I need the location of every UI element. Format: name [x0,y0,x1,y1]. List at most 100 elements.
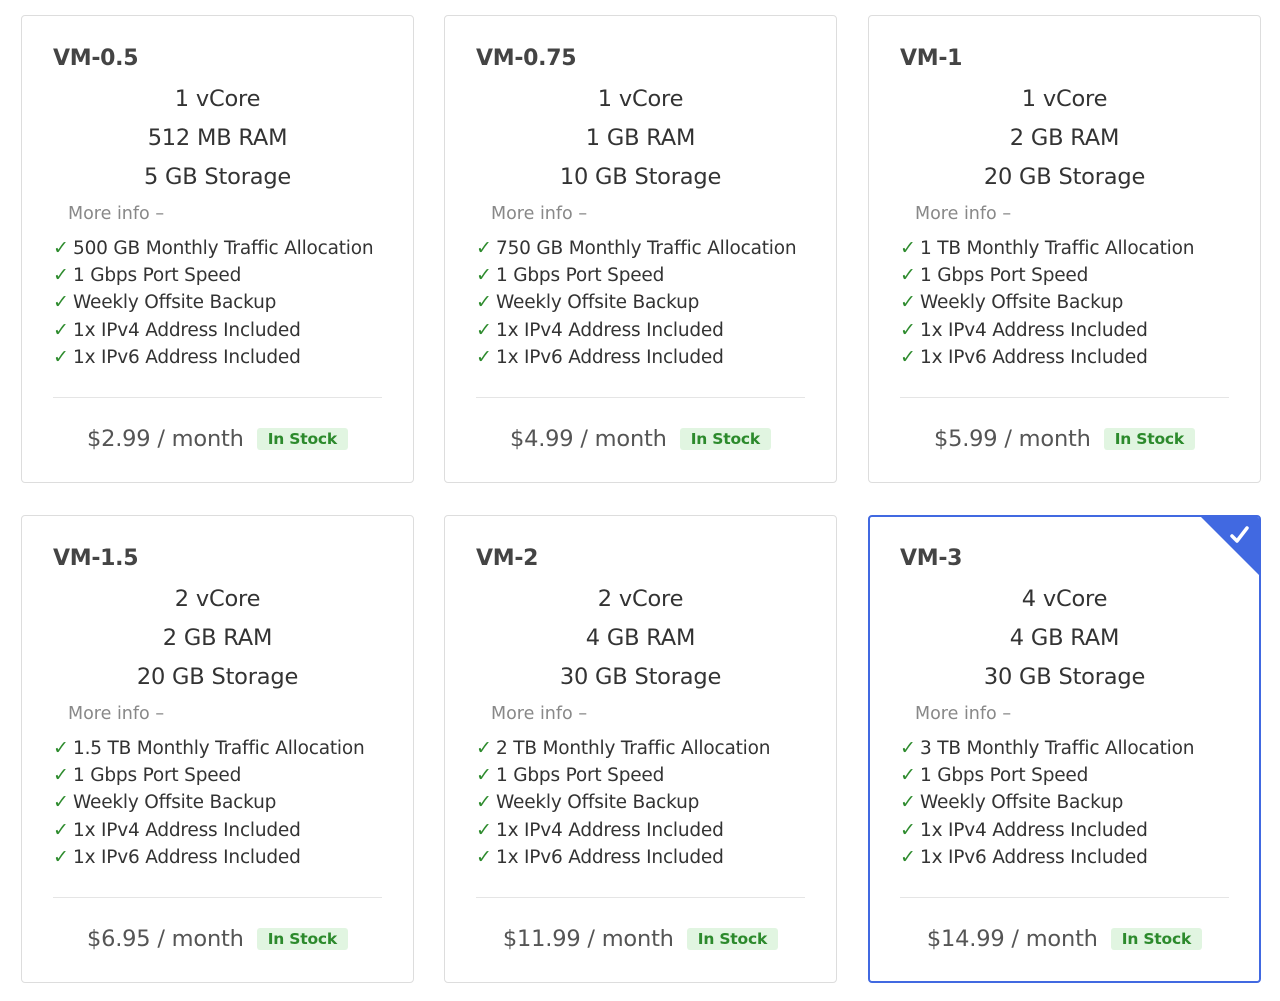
more-info-toggle[interactable]: More info – [491,704,587,724]
feature-text: 1 Gbps Port Speed [496,265,665,287]
feature-list: ✓ 2 TB Monthly Traffic Allocation ✓ 1 Gbps… [476,737,770,873]
spec-ram: 2 GB RAM [162,625,273,651]
price-row: $14.99 / month In Stock [870,926,1259,952]
feature-item: ✓ 2 TB Monthly Traffic Allocation [476,737,770,764]
check-icon: ✓ [53,237,69,259]
feature-text: 1 Gbps Port Speed [496,765,665,787]
check-icon: ✓ [476,845,492,868]
check-icon: ✓ [900,737,916,759]
feature-item: ✓ 1 Gbps Port Speed [900,264,1194,291]
feature-item: ✓ 1x IPv6 Address Included [900,846,1194,873]
check-icon: ✓ [900,845,916,868]
plan-card-vm-3[interactable]: VM-3 4 vCore 4 GB RAM 30 GB Storage More… [868,515,1261,983]
feature-text: 750 GB Monthly Traffic Allocation [496,238,797,259]
spec-ram: 512 MB RAM [147,125,288,151]
check-icon: ✓ [900,764,916,787]
spec-storage: 10 GB Storage [559,164,722,190]
feature-item: ✓ Weekly Offsite Backup [900,791,1194,818]
price: $11.99 / month [502,926,674,952]
price-row: $11.99 / month In Stock [445,926,836,952]
feature-text: 1x IPv4 Address Included [496,319,724,341]
feature-text: 1x IPv6 Address Included [496,846,724,868]
feature-item: ✓ 1x IPv4 Address Included [53,319,373,346]
divider [900,897,1229,898]
feature-text: 1x IPv4 Address Included [920,319,1148,341]
feature-text: 1x IPv6 Address Included [496,346,724,368]
spec-cpu: 4 vCore [1021,586,1108,612]
stock-badge: In Stock [686,928,779,950]
plan-card-vm-0-5[interactable]: VM-0.5 1 vCore 512 MB RAM 5 GB Storage M… [21,15,414,483]
check-icon: ✓ [900,791,916,814]
more-info-toggle[interactable]: More info – [491,204,587,224]
check-icon: ✓ [53,345,69,368]
price: $2.99 / month [86,426,244,452]
more-info-toggle[interactable]: More info – [915,204,1011,224]
feature-item: ✓ 1x IPv6 Address Included [53,846,364,873]
spec-storage: 5 GB Storage [143,164,292,190]
check-icon: ✓ [900,291,916,314]
feature-item: ✓ Weekly Offsite Backup [900,291,1194,318]
spec-cpu: 1 vCore [597,86,684,112]
feature-item: ✓ 1x IPv4 Address Included [900,319,1194,346]
feature-text: Weekly Offsite Backup [73,792,277,814]
spec-storage: 20 GB Storage [136,664,299,690]
price-row: $4.99 / month In Stock [445,426,836,452]
plan-card-vm-0-75[interactable]: VM-0.75 1 vCore 1 GB RAM 10 GB Storage M… [444,15,837,483]
check-icon: ✓ [53,791,69,814]
check-icon: ✓ [900,264,916,287]
more-info-toggle[interactable]: More info – [68,704,164,724]
feature-text: 1x IPv6 Address Included [73,846,301,868]
spec-storage: 30 GB Storage [983,664,1146,690]
divider [900,397,1229,398]
check-icon: ✓ [476,818,492,841]
feature-item: ✓ 1 Gbps Port Speed [476,764,770,791]
check-icon: ✓ [900,818,916,841]
spec-ram: 1 GB RAM [585,125,696,151]
divider [53,897,382,898]
feature-item: ✓ Weekly Offsite Backup [53,791,364,818]
feature-text: Weekly Offsite Backup [496,792,700,814]
stock-badge: In Stock [256,928,349,950]
feature-text: 1x IPv6 Address Included [73,346,301,368]
price: $4.99 / month [509,426,667,452]
feature-item: ✓ 750 GB Monthly Traffic Allocation [476,237,797,264]
check-icon: ✓ [476,345,492,368]
feature-item: ✓ 1x IPv6 Address Included [476,346,796,373]
plan-card-vm-1-5[interactable]: VM-1.5 2 vCore 2 GB RAM 20 GB Storage Mo… [21,515,414,983]
feature-item: ✓ 1x IPv6 Address Included [53,346,373,373]
plan-name: VM-1.5 [53,546,139,571]
feature-list: ✓ 1 TB Monthly Traffic Allocation ✓ 1 Gbps… [900,237,1194,373]
spec-storage: 30 GB Storage [559,664,722,690]
more-info-toggle[interactable]: More info – [68,204,164,224]
check-icon: ✓ [476,237,492,259]
plan-name: VM-1 [900,46,963,71]
spec-ram: 2 GB RAM [1009,125,1120,151]
feature-text: 500 GB Monthly Traffic Allocation [73,238,374,259]
feature-item: ✓ 1 TB Monthly Traffic Allocation [900,237,1194,264]
price: $5.99 / month [933,426,1091,452]
feature-item: ✓ 1x IPv6 Address Included [476,846,770,873]
check-icon: ✓ [900,318,916,341]
feature-text: 1 Gbps Port Speed [73,265,242,287]
feature-text: 1.5 TB Monthly Traffic Allocation [73,738,365,759]
divider [53,397,382,398]
feature-item: ✓ 1x IPv4 Address Included [476,819,770,846]
plan-card-vm-1[interactable]: VM-1 1 vCore 2 GB RAM 20 GB Storage More… [868,15,1261,483]
feature-item: ✓ 1 Gbps Port Speed [900,764,1194,791]
check-icon: ✓ [476,264,492,287]
feature-text: 1 Gbps Port Speed [73,765,242,787]
plan-card-vm-2[interactable]: VM-2 2 vCore 4 GB RAM 30 GB Storage More… [444,515,837,983]
feature-text: 1x IPv4 Address Included [920,819,1148,841]
feature-text: Weekly Offsite Backup [920,792,1124,814]
feature-item: ✓ 1x IPv4 Address Included [53,819,364,846]
more-info-toggle[interactable]: More info – [915,704,1011,724]
stock-badge: In Stock [256,428,349,450]
feature-text: 1x IPv6 Address Included [920,346,1148,368]
feature-text: 3 TB Monthly Traffic Allocation [920,738,1195,759]
check-icon: ✓ [53,764,69,787]
feature-list: ✓ 3 TB Monthly Traffic Allocation ✓ 1 Gbps… [900,737,1194,873]
feature-text: Weekly Offsite Backup [73,292,277,314]
spec-cpu: 1 vCore [174,86,261,112]
plan-name: VM-3 [900,546,963,571]
feature-item: ✓ Weekly Offsite Backup [476,291,796,318]
